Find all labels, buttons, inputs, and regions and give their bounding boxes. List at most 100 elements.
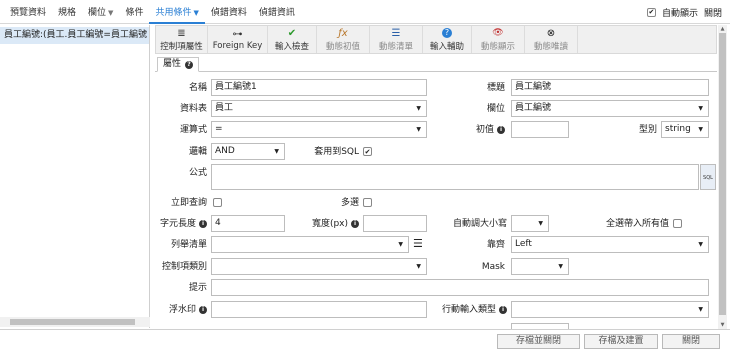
apply-sql-checkbox[interactable] <box>363 147 372 156</box>
close-menu-button[interactable]: 關閉 <box>704 6 722 19</box>
hint-label: 提示 <box>188 283 207 293</box>
check-icon: ✔ <box>287 27 297 39</box>
watermark-input[interactable] <box>211 301 427 318</box>
info-icon: i <box>499 305 507 314</box>
instant-query-checkbox[interactable] <box>213 198 222 207</box>
mobile-input-label: 行動輸入類型 i <box>425 302 507 318</box>
allow-all-checkbox[interactable] <box>673 219 682 228</box>
operator-select[interactable]: = <box>211 121 427 138</box>
title-input[interactable]: 員工編號 <box>511 79 709 96</box>
type-label: 型別 <box>638 125 657 135</box>
property-tabs: 屬性 ? <box>155 56 717 72</box>
input-assist-button[interactable]: ? 輸入輔助 <box>423 26 472 53</box>
multi-select-label: 多選 <box>340 198 359 208</box>
bullet-list-icon: ☰ <box>391 27 401 39</box>
mask-label: Mask <box>481 262 505 272</box>
foreign-key-button[interactable]: ⊶ Foreign Key <box>208 26 268 53</box>
width-input[interactable] <box>363 215 427 232</box>
condition-tree-panel: 員工編號:(員工.員工編號=員工編號 <box>0 25 150 328</box>
scroll-up-icon[interactable]: ▲ <box>718 25 727 33</box>
form-vertical-scrollbar[interactable]: ▲ ▼ <box>718 25 727 329</box>
operator-label: 運算式 <box>179 125 207 135</box>
title-label: 標題 <box>486 83 505 93</box>
property-form: 名稱 員工編號1 標題 員工編號 資料表 員工 欄位 員工編號 運算式 = 初值… <box>155 73 717 329</box>
eye-hidden-icon: 👁 <box>492 27 504 38</box>
function-icon: ƒx <box>338 27 348 39</box>
list-icon: ≣ <box>177 27 186 39</box>
name-input[interactable]: 員工編號1 <box>211 79 427 96</box>
allow-all-label: 全選帶入所有值 <box>605 219 669 229</box>
logic-label: 邏輯 <box>188 147 207 157</box>
dynamic-readonly-button[interactable]: ⊗ 動態唯讀 <box>525 26 578 53</box>
auto-show-checkbox[interactable] <box>646 7 656 17</box>
field-select[interactable]: 員工編號 <box>511 100 709 117</box>
scrollbar-thumb[interactable] <box>719 33 726 315</box>
mask-select[interactable] <box>511 258 569 275</box>
help-icon: ? <box>442 27 452 38</box>
formula-input[interactable] <box>211 164 699 190</box>
formula-label: 公式 <box>188 168 207 178</box>
menu-preview-data[interactable]: 預覽資料 <box>4 0 52 24</box>
dynamic-list-button[interactable]: ☰ 動態清單 <box>370 26 423 53</box>
hint-input[interactable] <box>211 279 709 296</box>
auto-show-area: 自動顯示 關閉 <box>646 0 722 24</box>
scrollbar-thumb[interactable] <box>10 319 135 325</box>
tab-properties[interactable]: 屬性 ? <box>157 57 200 72</box>
menu-debug-info[interactable]: 偵錯資訊 <box>253 0 301 24</box>
field-label: 欄位 <box>486 104 505 114</box>
table-label: 資料表 <box>179 104 207 114</box>
list-edit-icon[interactable]: ☰ <box>413 236 423 251</box>
save-and-close-button[interactable]: 存檔並關閉 <box>497 334 580 349</box>
menu-fields[interactable]: 欄位 ▼ <box>82 0 119 24</box>
foreign-key-icon: ⊶ <box>232 28 243 40</box>
info-icon: i <box>497 125 505 134</box>
table-select[interactable]: 員工 <box>211 100 427 117</box>
chevron-down-icon: ▼ <box>108 9 114 17</box>
align-select[interactable]: Left <box>511 236 709 253</box>
autosize-select[interactable] <box>511 215 549 232</box>
control-properties-button[interactable]: ≣ 控制項屬性 <box>156 26 208 53</box>
multi-select-checkbox[interactable] <box>363 198 372 207</box>
footer-bar: 存檔並關閉 存檔及建置 關閉 <box>0 329 730 354</box>
instant-query-label: 立即查詢 <box>170 198 207 208</box>
name-label: 名稱 <box>188 83 207 93</box>
tree-horizontal-scrollbar[interactable] <box>0 317 150 327</box>
top-menu-bar: 預覽資料 規格 欄位▼ 條件 共用條件▼ 偵錯資料 偵錯資訊 自動顯示 關閉 <box>0 0 730 24</box>
logic-select[interactable]: AND <box>211 143 285 160</box>
menu-spec[interactable]: 規格 <box>52 0 82 24</box>
info-icon: i <box>351 219 359 228</box>
tree-node-selected[interactable]: 員工編號:(員工.員工編號=員工編號 <box>0 27 149 44</box>
initial-label: 初值 i <box>455 122 505 138</box>
close-button[interactable]: 關閉 <box>662 334 720 349</box>
property-toolbar: ≣ 控制項屬性 ⊶ Foreign Key ✔ 輸入檢查 ƒx 動態初值 ☰ 動… <box>155 25 717 54</box>
scroll-down-icon[interactable]: ▼ <box>718 321 727 329</box>
readonly-icon: ⊗ <box>546 27 556 39</box>
listing-select[interactable] <box>211 236 409 253</box>
menu-debug-data[interactable]: 偵錯資料 <box>205 0 253 24</box>
menu-conditions[interactable]: 條件 <box>119 0 149 24</box>
auto-show-label: 自動顯示 <box>661 8 698 19</box>
apply-sql-label: 套用到SQL <box>314 147 359 157</box>
dynamic-display-button[interactable]: 👁 動態顯示 <box>472 26 525 53</box>
dynamic-initial-button[interactable]: ƒx 動態初值 <box>317 26 370 53</box>
save-and-build-button[interactable]: 存檔及建置 <box>584 334 658 349</box>
help-icon: ? <box>185 60 194 69</box>
watermark-label: 浮水印 i <box>155 302 207 318</box>
chevron-down-icon: ▼ <box>193 9 199 17</box>
info-icon: i <box>199 305 207 314</box>
width-label: 寬度(px) i <box>295 216 359 232</box>
length-input[interactable]: 4 <box>211 215 285 232</box>
main-menu: 預覽資料 規格 欄位 ▼ 條件 共用條件 ▼ 偵錯資料 偵錯資訊 <box>4 0 301 24</box>
length-label: 字元長度 i <box>155 216 207 232</box>
sql-editor-button[interactable]: SQL <box>700 164 716 190</box>
input-check-button[interactable]: ✔ 輸入檢查 <box>268 26 317 53</box>
menu-shared-conditions[interactable]: 共用條件 ▼ <box>149 0 205 24</box>
initial-input[interactable] <box>511 121 569 138</box>
mobile-input-select[interactable] <box>511 301 709 318</box>
control-type-select[interactable] <box>211 258 427 275</box>
listing-label: 列舉清單 <box>170 240 207 250</box>
type-select[interactable]: string <box>661 121 709 138</box>
align-label: 靠齊 <box>486 240 505 250</box>
autosize-label: 自動調大小寫 <box>452 219 507 229</box>
info-icon: i <box>199 219 207 228</box>
